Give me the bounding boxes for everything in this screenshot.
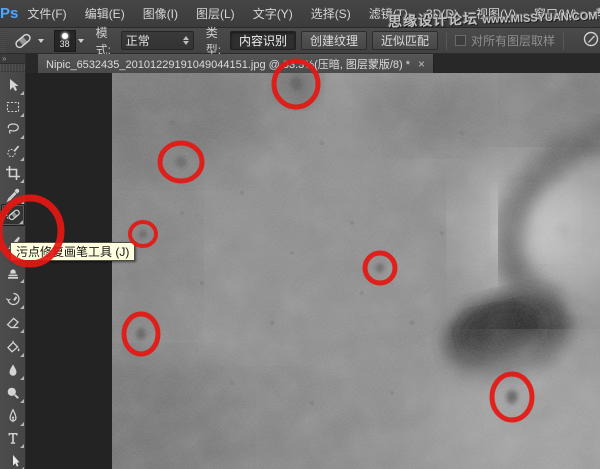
tool-pen[interactable] <box>1 405 25 427</box>
sample-all-layers-label: 对所有图层取样 <box>471 34 556 48</box>
tool-eraser[interactable] <box>1 312 25 334</box>
tool-options-bar: 38 模式: 正常 类型: 内容识别 创建纹理 近似匹配 对所有图层取样 <box>0 26 600 57</box>
tool-blur[interactable] <box>1 359 25 381</box>
tool-quick-selection[interactable] <box>1 140 25 162</box>
tab-close-icon[interactable]: × <box>418 57 425 71</box>
document-title: Nipic_6532435_20101229191049044151.jpg @… <box>46 58 411 71</box>
menu-item-8[interactable]: 视图(V) <box>467 0 525 28</box>
tool-dodge[interactable] <box>1 382 25 404</box>
tool-spot-healing-brush[interactable] <box>1 204 25 226</box>
menu-item-0[interactable]: 文件(F) <box>18 0 75 28</box>
type-button[interactable]: 近似匹配 <box>371 31 438 50</box>
menu-item-7[interactable]: 3D(D) <box>417 0 467 28</box>
type-button[interactable]: 内容识别 <box>229 31 296 50</box>
mode-value: 正常 <box>125 34 150 48</box>
tool-crop[interactable] <box>1 162 25 184</box>
sample-all-layers-option[interactable]: 对所有图层取样 <box>455 32 555 49</box>
photo-canvas[interactable] <box>112 73 600 469</box>
tool-paint-bucket[interactable] <box>1 336 25 358</box>
options-grip[interactable] <box>0 28 6 53</box>
spot-healing-brush-icon[interactable] <box>12 31 36 51</box>
options-separator <box>446 31 447 50</box>
document-tab[interactable]: Nipic_6532435_20101229191049044151.jpg @… <box>38 54 435 73</box>
brush-preset-caret-icon[interactable] <box>77 38 84 43</box>
tablet-pressure-icon[interactable] <box>582 30 600 51</box>
type-buttons: 内容识别 创建纹理 近似匹配 <box>225 31 438 50</box>
mode-select[interactable]: 正常 <box>120 31 194 50</box>
tools-panel: » <box>0 54 26 469</box>
tool-rectangular-marquee[interactable] <box>1 96 25 118</box>
menu-item-10[interactable]: 帮助(H) <box>586 0 600 28</box>
double-chevron-icon[interactable]: » <box>0 54 25 64</box>
sample-all-layers-checkbox[interactable] <box>455 35 466 46</box>
type-label: 类型: <box>205 25 222 57</box>
photoshop-logo-icon[interactable]: Ps <box>0 0 18 28</box>
tool-clone-stamp[interactable] <box>1 262 25 284</box>
type-button[interactable]: 创建纹理 <box>300 31 367 50</box>
menu-item-5[interactable]: 选择(S) <box>302 0 360 28</box>
tool-type[interactable] <box>1 427 25 449</box>
tool-path-selection[interactable] <box>1 450 25 469</box>
tool-tooltip: 污点修复画笔工具 (J) <box>10 242 136 261</box>
tool-move[interactable] <box>1 74 25 96</box>
menu-item-2[interactable]: 图像(I) <box>134 0 187 28</box>
brush-tip-swatch: 38 <box>53 29 76 52</box>
tool-preset-caret-icon[interactable] <box>37 38 44 43</box>
tool-eyedropper[interactable] <box>1 184 25 206</box>
options-separator <box>563 31 565 50</box>
menu-item-4[interactable]: 文字(Y) <box>244 0 302 28</box>
document-tab-bar: Nipic_6532435_20101229191049044151.jpg @… <box>26 54 600 73</box>
menu-item-9[interactable]: 窗口(W) <box>525 0 586 28</box>
tool-lasso[interactable] <box>1 118 25 140</box>
brush-preset-picker[interactable]: 38 <box>53 29 84 52</box>
tool-history-brush[interactable] <box>1 288 25 310</box>
brush-size-value: 38 <box>59 39 70 49</box>
menu-bar: Ps 文件(F) 编辑(E) 图像(I) 图层(L) 文字(Y) 选择(S) 滤镜(T) 3D… <box>0 0 600 28</box>
mode-stepper-icon <box>182 36 189 45</box>
tools-panel-grip[interactable] <box>0 64 25 72</box>
mode-label: 模式: <box>95 25 111 57</box>
menu-item-6[interactable]: 滤镜(T) <box>360 0 417 28</box>
photoshop-window: Ps 文件(F) 编辑(E) 图像(I) 图层(L) 文字(Y) 选择(S) 滤镜(T) 3D… <box>0 0 600 469</box>
